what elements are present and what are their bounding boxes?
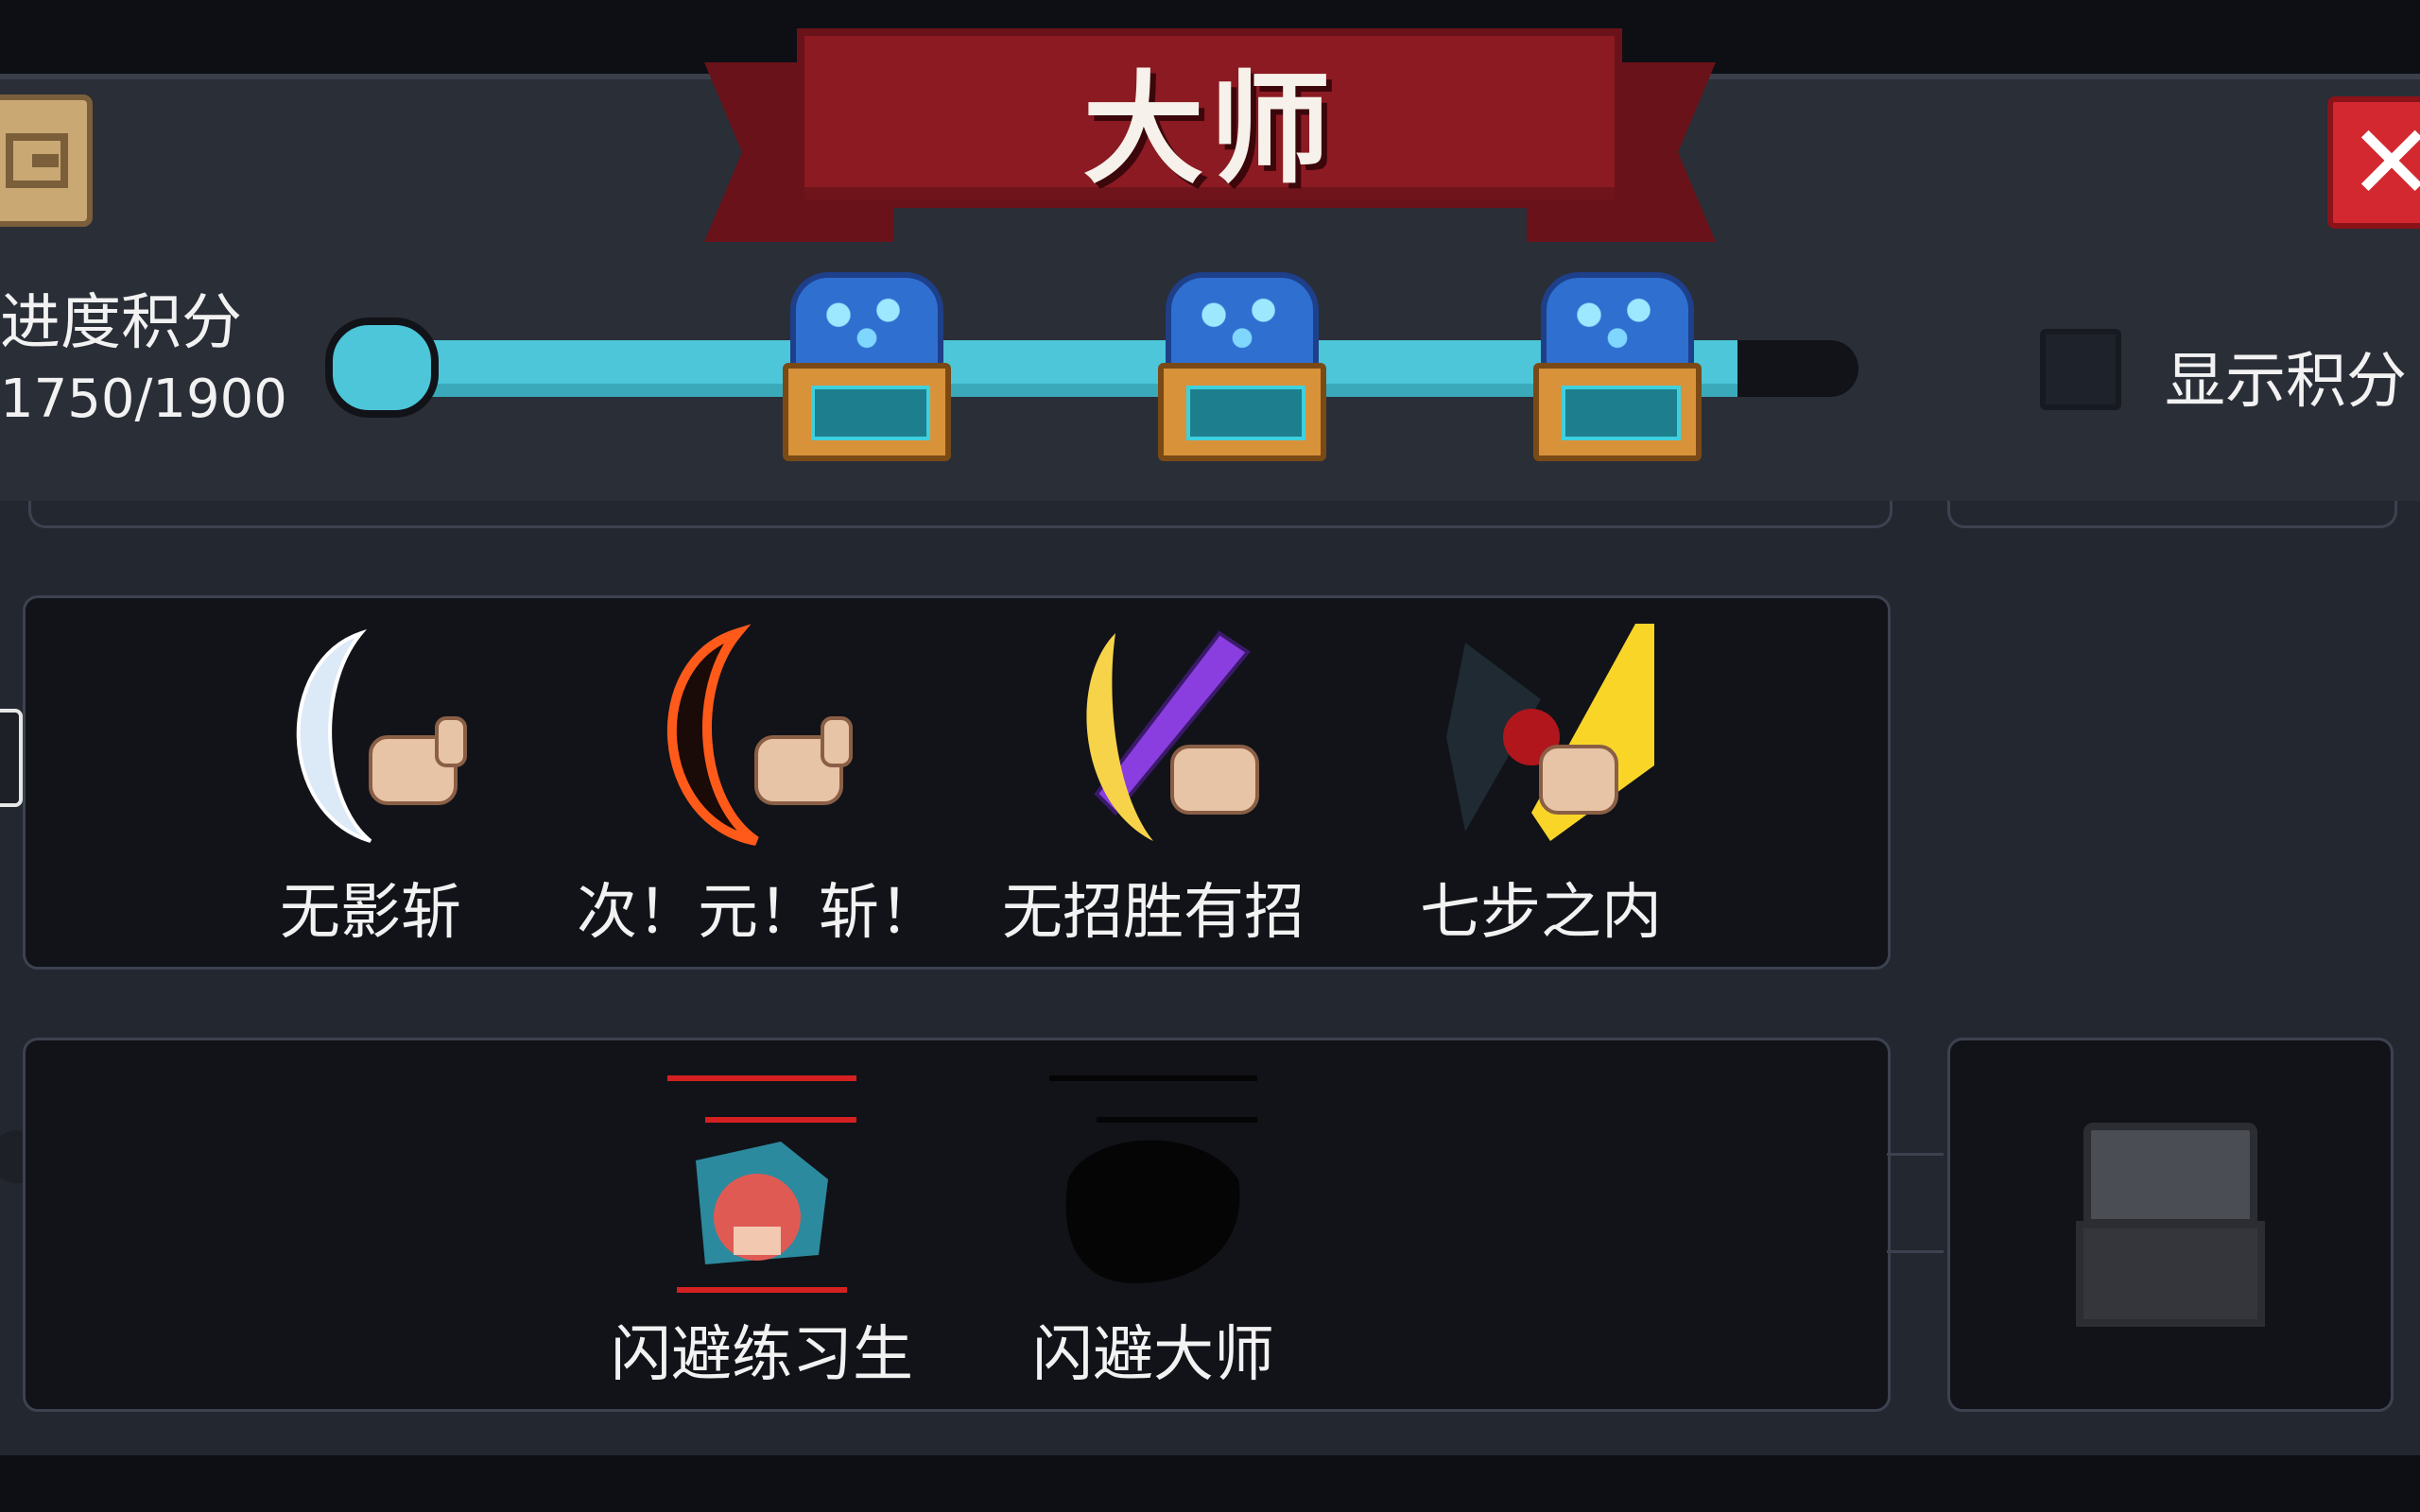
title-ribbon: 大师 (797, 28, 1622, 208)
dodge-trainee-icon (648, 1066, 875, 1293)
row-connector (1887, 1153, 1944, 1253)
skill-card[interactable]: 闪避练习生 (592, 1066, 932, 1393)
golden-blade-blood-icon (1427, 624, 1654, 850)
back-button[interactable] (0, 94, 93, 227)
back-arrow-icon (6, 133, 68, 188)
locked-chest-icon[interactable] (2076, 1123, 2265, 1327)
skill-row-2 (23, 1038, 1891, 1412)
milestone-chest-3[interactable] (1533, 272, 1702, 461)
skill-card[interactable]: 七步之内 (1371, 624, 1711, 951)
skill-name: 七步之内 (1420, 878, 1662, 948)
gem-pile-icon (790, 272, 943, 376)
skill-name: 闪避大师 (1032, 1320, 1274, 1390)
progress-value: 1750/1900 (0, 369, 287, 430)
skill-card[interactable]: 次！元！斩！ (577, 624, 940, 951)
close-button[interactable]: ✕ (2327, 96, 2420, 229)
category-edge-icon[interactable] (0, 709, 23, 807)
crescent-slash-icon (257, 624, 484, 850)
skill-card[interactable]: 无招胜有招 (983, 624, 1323, 951)
show-points-label: 显示积分 (2165, 347, 2407, 417)
header-divider (28, 501, 1893, 528)
skill-name: 闪避练习生 (611, 1320, 913, 1390)
dimension-slash-icon (633, 624, 860, 850)
skill-card[interactable]: 无影斩 (200, 624, 541, 951)
chest-lid (2083, 1123, 2257, 1227)
purple-sword-slash-icon (1040, 624, 1267, 850)
dodge-master-silhouette-icon (1040, 1066, 1267, 1293)
chest-icon (1533, 363, 1702, 461)
milestone-chest-1[interactable] (783, 272, 951, 461)
progress-start-cap (325, 318, 439, 418)
chest-icon (1158, 363, 1326, 461)
header-divider-right (1947, 501, 2397, 528)
gem-pile-icon (1166, 272, 1319, 376)
show-points-checkbox[interactable] (2040, 329, 2121, 410)
progress-fill (331, 340, 1738, 397)
milestone-chest-2[interactable] (1158, 272, 1326, 461)
skill-name: 次！元！斩！ (577, 878, 940, 948)
chest-body (2076, 1221, 2265, 1327)
close-icon: ✕ (2348, 102, 2420, 223)
page-title: 大师 (1082, 59, 1337, 200)
progress-label: 进度积分 (0, 288, 242, 358)
chest-icon (783, 363, 951, 461)
bottom-background (0, 1455, 2420, 1512)
gem-pile-icon (1541, 272, 1694, 376)
skill-name: 无影斩 (280, 878, 461, 948)
skill-name: 无招胜有招 (1002, 878, 1305, 948)
skill-card[interactable]: 闪避大师 (983, 1066, 1323, 1393)
